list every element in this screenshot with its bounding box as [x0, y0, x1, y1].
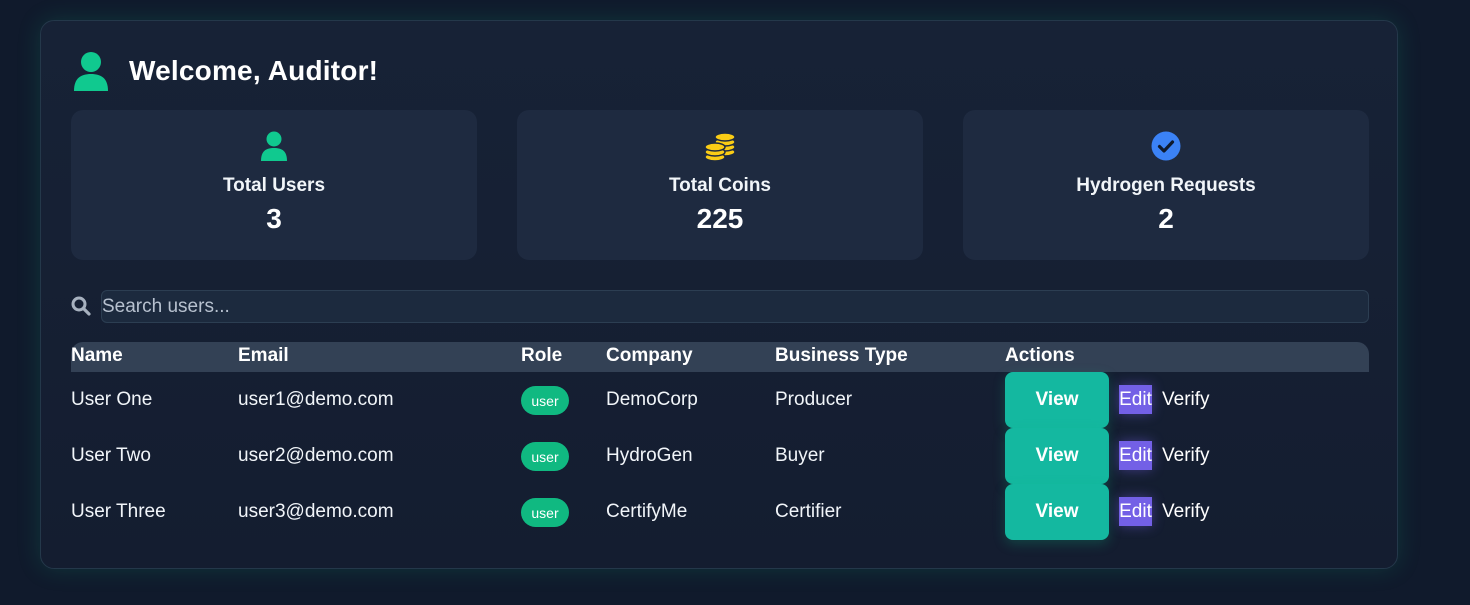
view-button[interactable]: View [1005, 428, 1109, 484]
column-header-role: Role [521, 345, 563, 366]
column-header-business-type: Business Type [775, 345, 908, 366]
column-header-actions: Actions [1005, 345, 1075, 366]
table-row: User Three user3@demo.com user CertifyMe… [71, 484, 1369, 540]
table-row: User One user1@demo.com user DemoCorp Pr… [71, 372, 1369, 428]
user-business-type: Buyer [775, 445, 825, 466]
stat-card-total-users: Total Users 3 [71, 110, 477, 260]
user-name: User Two [71, 445, 151, 466]
page-title: Welcome, Auditor! [129, 55, 379, 86]
dashboard-panel: Welcome, Auditor! Total Users 3 Total Co… [40, 20, 1398, 569]
stat-label: Total Users [222, 175, 326, 196]
role-badge: user [521, 498, 569, 527]
column-header-company: Company [606, 345, 693, 366]
user-business-type: Producer [775, 389, 853, 410]
table-header: Name Email Role Company Business Type Ac… [71, 342, 1369, 372]
stat-value: 225 [696, 203, 744, 234]
user-company: HydroGen [606, 445, 693, 466]
coins-icon [704, 132, 736, 162]
view-button[interactable]: View [1005, 372, 1109, 428]
table-row: User Two user2@demo.com user HydroGen Bu… [71, 428, 1369, 484]
search-bar [71, 290, 1369, 323]
user-email: user2@demo.com [238, 445, 394, 466]
user-name: User One [71, 389, 153, 410]
search-input[interactable] [101, 290, 1369, 323]
users-table: Name Email Role Company Business Type Ac… [71, 342, 1369, 540]
user-icon [74, 52, 108, 91]
verify-button[interactable]: Verify [1162, 501, 1210, 523]
page-header: Welcome, Auditor! [73, 51, 378, 91]
stat-label: Total Coins [668, 175, 772, 196]
stat-card-total-coins: Total Coins 225 [517, 110, 923, 260]
edit-button[interactable]: Edit [1119, 497, 1152, 526]
stats-row: Total Users 3 Total Coins 225 Hydrogen R… [71, 110, 1369, 260]
verify-button[interactable]: Verify [1162, 445, 1210, 467]
user-business-type: Certifier [775, 501, 842, 522]
column-header-email: Email [238, 345, 289, 366]
edit-button[interactable]: Edit [1119, 385, 1152, 414]
user-name: User Three [71, 501, 166, 522]
edit-button[interactable]: Edit [1119, 441, 1152, 470]
view-button[interactable]: View [1005, 484, 1109, 540]
stat-label: Hydrogen Requests [1076, 175, 1256, 196]
user-icon [261, 131, 287, 161]
search-icon [71, 296, 91, 316]
column-header-name: Name [71, 345, 123, 366]
user-email: user3@demo.com [238, 501, 394, 522]
user-company: DemoCorp [606, 389, 698, 410]
stat-value: 2 [1158, 203, 1174, 234]
user-email: user1@demo.com [238, 389, 394, 410]
check-circle-icon [1151, 131, 1181, 161]
user-company: CertifyMe [606, 501, 688, 522]
verify-button[interactable]: Verify [1162, 389, 1210, 411]
stat-value: 3 [266, 203, 282, 234]
role-badge: user [521, 386, 569, 415]
role-badge: user [521, 442, 569, 471]
stat-card-hydrogen-requests: Hydrogen Requests 2 [963, 110, 1369, 260]
